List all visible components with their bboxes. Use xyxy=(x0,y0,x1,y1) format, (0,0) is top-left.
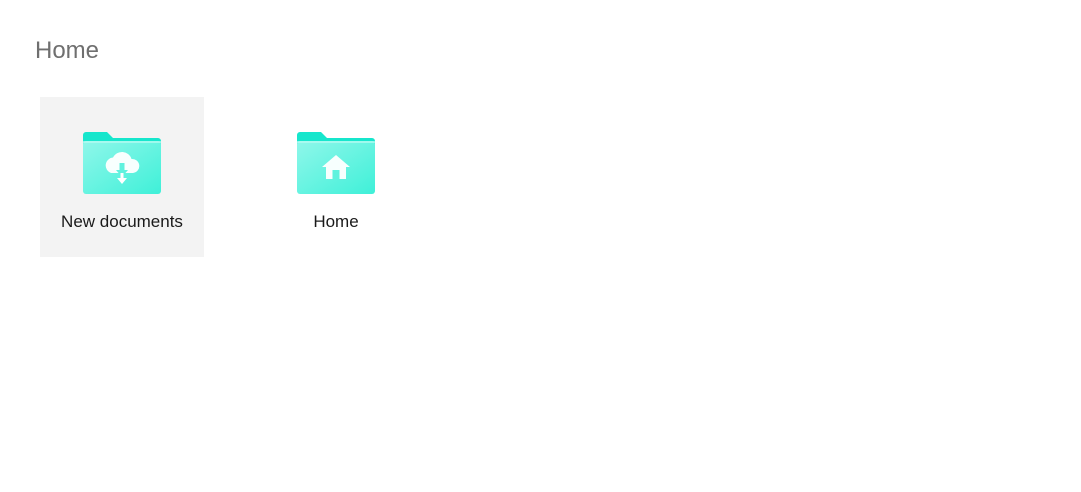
folder-tile-home[interactable]: Home xyxy=(254,97,418,257)
folder-label: New documents xyxy=(61,212,183,231)
folder-tile-new-documents[interactable]: New documents xyxy=(40,97,204,257)
page-title: Home xyxy=(35,37,100,64)
file-browser-page: Home New documents Home xyxy=(0,0,1081,492)
folder-grid: New documents Home xyxy=(40,97,418,257)
folder-label: Home xyxy=(313,212,359,231)
home-folder-icon xyxy=(297,132,375,194)
cloud-download-folder-icon xyxy=(83,132,161,194)
